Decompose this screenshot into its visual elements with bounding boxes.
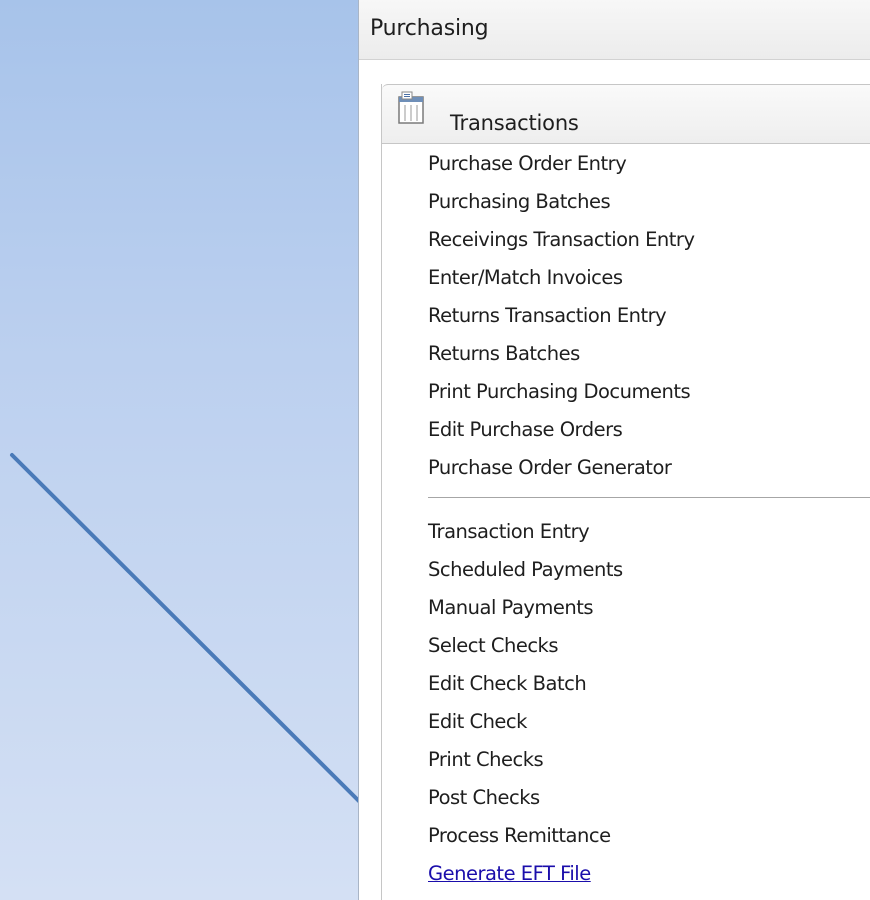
arrow-shaft bbox=[10, 453, 400, 842]
menu-item-print-checks[interactable]: Print Checks bbox=[428, 748, 544, 771]
menu-item-returns-batches[interactable]: Returns Batches bbox=[428, 342, 580, 365]
menu-item-purchase-order-entry[interactable]: Purchase Order Entry bbox=[428, 152, 627, 175]
menu-item-purchase-order-generator[interactable]: Purchase Order Generator bbox=[428, 456, 672, 479]
menu-item-purchasing-batches[interactable]: Purchasing Batches bbox=[428, 190, 611, 213]
menu-item-select-checks[interactable]: Select Checks bbox=[428, 634, 559, 657]
menu-item-post-checks[interactable]: Post Checks bbox=[428, 786, 540, 809]
menu-item-edit-check-batch[interactable]: Edit Check Batch bbox=[428, 672, 587, 695]
menu-item-manual-payments[interactable]: Manual Payments bbox=[428, 596, 594, 619]
menu-item-process-remittance[interactable]: Process Remittance bbox=[428, 824, 611, 847]
document-list-icon bbox=[398, 91, 424, 124]
menu-item-edit-check[interactable]: Edit Check bbox=[428, 710, 527, 733]
pane-title: Purchasing bbox=[370, 16, 489, 41]
group-divider bbox=[428, 497, 870, 498]
menu-item-edit-purchase-orders[interactable]: Edit Purchase Orders bbox=[428, 418, 623, 441]
section-header[interactable]: Transactions bbox=[382, 84, 870, 144]
menu-item-returns-transaction-entry[interactable]: Returns Transaction Entry bbox=[428, 304, 667, 327]
menu-item-scheduled-payments[interactable]: Scheduled Payments bbox=[428, 558, 623, 581]
menu-item-print-purchasing-documents[interactable]: Print Purchasing Documents bbox=[428, 380, 691, 403]
menu-item-enter-match-invoices[interactable]: Enter/Match Invoices bbox=[428, 266, 623, 289]
menu-item-generate-eft-file[interactable]: Generate EFT File bbox=[428, 862, 591, 885]
section-title: Transactions bbox=[450, 111, 579, 135]
pane-header: Purchasing bbox=[359, 0, 870, 60]
menu-item-transaction-entry[interactable]: Transaction Entry bbox=[428, 520, 590, 543]
menu-item-receivings-transaction-entry[interactable]: Receivings Transaction Entry bbox=[428, 228, 695, 251]
